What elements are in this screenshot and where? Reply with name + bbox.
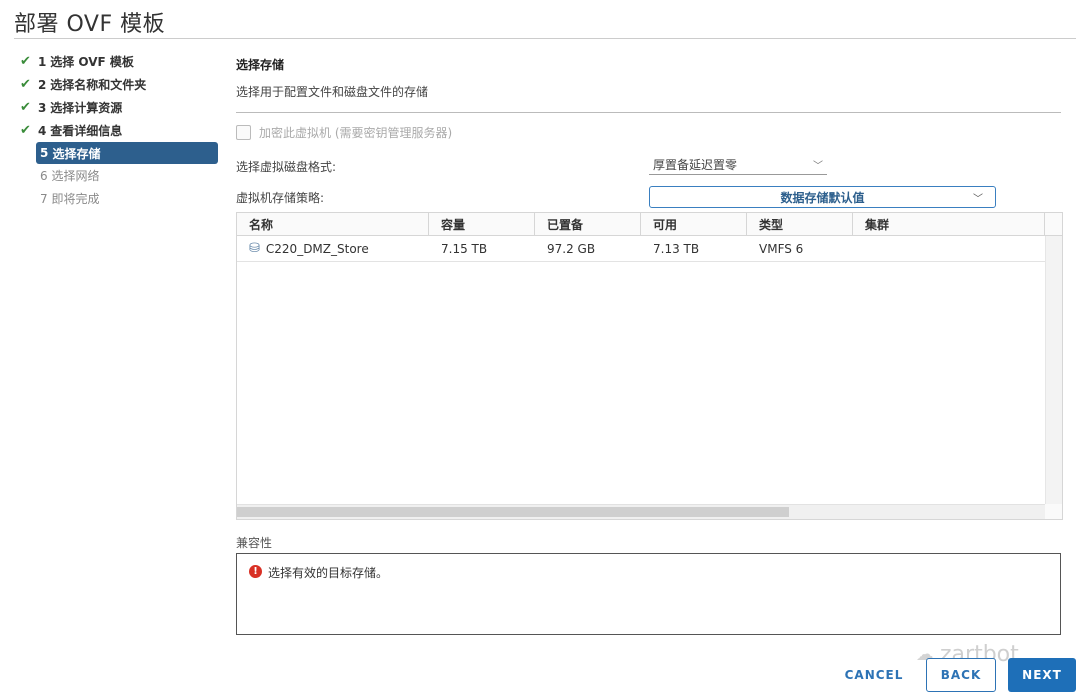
step-label: 选择计算资源: [50, 101, 123, 115]
cell-cluster: [853, 236, 1045, 261]
storage-policy-select[interactable]: 数据存储默认值 ﹀: [649, 186, 996, 208]
encrypt-vm-option[interactable]: 加密此虚拟机 (需要密钥管理服务器): [236, 124, 452, 141]
column-header-free[interactable]: 可用: [641, 213, 747, 235]
step-6: 6 选择网络: [20, 164, 220, 187]
step-1[interactable]: ✔ 1 选择 OVF 模板: [20, 50, 220, 73]
step-label: 选择 OVF 模板: [50, 55, 134, 69]
cell-type: VMFS 6: [759, 241, 804, 256]
step-2[interactable]: ✔ 2 选择名称和文件夹: [20, 73, 220, 96]
step-num: 2: [38, 77, 47, 92]
chevron-down-icon: ﹀: [973, 193, 983, 205]
column-header-type[interactable]: 类型: [747, 213, 853, 235]
back-button[interactable]: BACK: [926, 658, 996, 692]
disk-format-select[interactable]: 厚置备延迟置零 ﹀: [649, 154, 827, 175]
page-title: 部署 OVF 模板: [14, 12, 166, 37]
cell-name: ⛁ C220_DMZ_Store: [237, 236, 429, 261]
compatibility-message: 选择有效的目标存储。: [268, 566, 389, 580]
step-num: 4: [38, 123, 47, 138]
disk-format-label: 选择虚拟磁盘格式:: [236, 160, 337, 174]
vertical-scrollbar[interactable]: [1045, 236, 1062, 504]
main-panel: 选择存储 选择用于配置文件和磁盘文件的存储 加密此虚拟机 (需要密钥管理服务器)…: [236, 50, 1063, 635]
cell-provisioned: 97.2 GB: [547, 241, 596, 256]
step-label: 选择名称和文件夹: [50, 78, 147, 92]
step-num: 3: [38, 100, 47, 115]
step-num: 6: [40, 168, 48, 183]
datastore-grid: 名称 容量 已置备 可用 类型 集群 ⛁ C220_DMZ_Store 7.15…: [236, 212, 1063, 520]
storage-policy-label: 虚拟机存储策略:: [236, 191, 325, 205]
section-description: 选择用于配置文件和磁盘文件的存储: [236, 85, 429, 99]
check-icon: ✔: [20, 100, 31, 115]
step-label: 查看详细信息: [50, 124, 123, 138]
check-icon: ✔: [20, 123, 31, 138]
table-row[interactable]: ⛁ C220_DMZ_Store 7.15 TB 97.2 GB 7.13 TB…: [237, 236, 1045, 262]
cancel-button[interactable]: CANCEL: [840, 658, 908, 692]
datastore-name: C220_DMZ_Store: [265, 241, 369, 256]
section-title: 选择存储: [236, 58, 285, 72]
next-button[interactable]: NEXT: [1008, 658, 1076, 692]
horizontal-scrollbar[interactable]: [237, 504, 1045, 519]
wizard-steps: ✔ 1 选择 OVF 模板 ✔ 2 选择名称和文件夹 ✔ 3 选择计算资源 ✔ …: [20, 50, 220, 210]
check-icon: ✔: [20, 54, 31, 69]
grid-body: ⛁ C220_DMZ_Store 7.15 TB 97.2 GB 7.13 TB…: [237, 236, 1045, 504]
step-label: 选择网络: [51, 169, 100, 183]
disk-format-value: 厚置备延迟置零: [653, 157, 738, 172]
chevron-down-icon: ﹀: [813, 160, 823, 172]
scrollbar-thumb[interactable]: [237, 507, 789, 517]
step-num: 5: [40, 146, 49, 160]
database-icon: ⛁: [249, 241, 260, 256]
encrypt-checkbox[interactable]: [236, 125, 251, 140]
step-num: 1: [38, 54, 47, 69]
step-4[interactable]: ✔ 4 查看详细信息: [20, 119, 220, 142]
encrypt-label: 加密此虚拟机 (需要密钥管理服务器): [259, 126, 453, 140]
error-icon: !: [249, 565, 262, 578]
column-header-provisioned[interactable]: 已置备: [535, 213, 641, 235]
compatibility-box: ! 选择有效的目标存储。: [236, 553, 1061, 635]
column-header-name[interactable]: 名称: [237, 213, 429, 235]
step-label: 选择存储: [52, 146, 101, 161]
cell-capacity: 7.15 TB: [441, 241, 488, 256]
section-divider: [236, 112, 1061, 113]
step-num: 7: [40, 191, 48, 206]
storage-policy-value: 数据存储默认值: [780, 190, 865, 205]
title-divider: [14, 38, 1076, 39]
grid-header: 名称 容量 已置备 可用 类型 集群: [237, 213, 1062, 236]
compatibility-label: 兼容性: [236, 536, 273, 550]
step-5[interactable]: 5 选择存储: [36, 142, 218, 164]
column-header-capacity[interactable]: 容量: [429, 213, 535, 235]
check-icon: ✔: [20, 77, 31, 92]
step-7: 7 即将完成: [20, 187, 220, 210]
column-header-cluster[interactable]: 集群: [853, 213, 1045, 235]
step-3[interactable]: ✔ 3 选择计算资源: [20, 96, 220, 119]
cell-free: 7.13 TB: [653, 241, 700, 256]
step-label: 即将完成: [51, 192, 100, 206]
